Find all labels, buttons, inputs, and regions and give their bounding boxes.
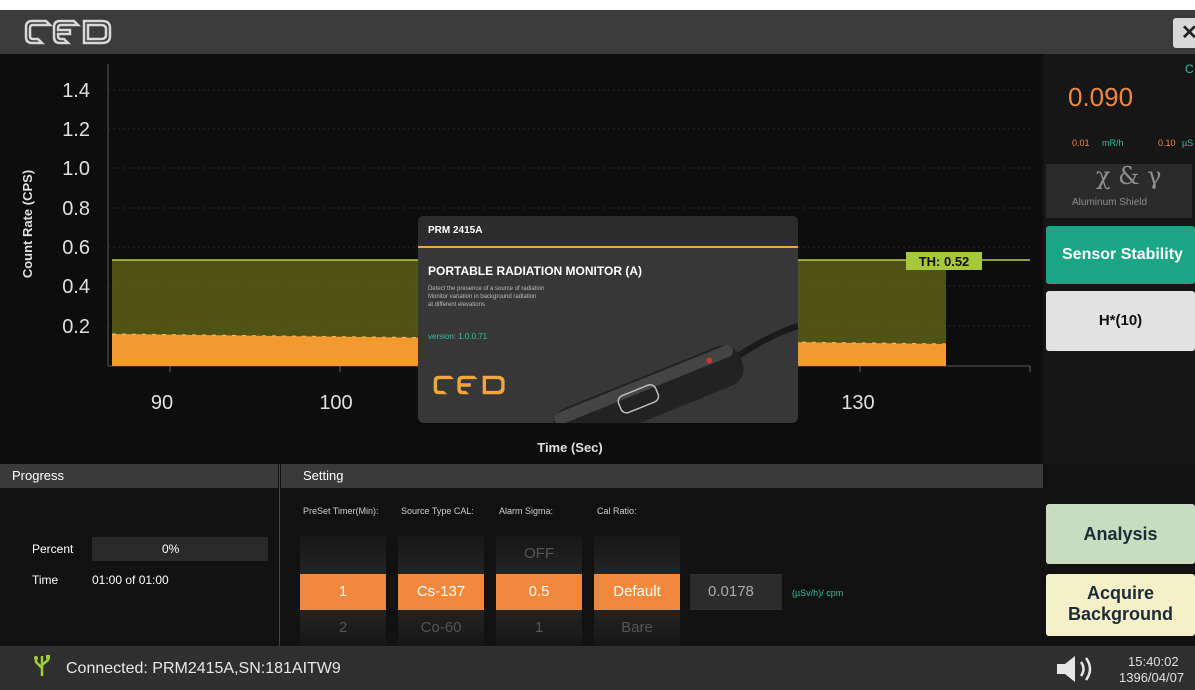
cfd-logo [24, 19, 112, 45]
percent-label: Percent [32, 542, 74, 556]
y-tick-label: 1.4 [62, 80, 90, 102]
percent-bar [92, 537, 268, 561]
threshold-label: TH: 0.52 [919, 254, 970, 269]
alarm-sigma-label: Alarm Sigma: [499, 506, 554, 516]
time-value: 01:00 of 01:00 [92, 573, 169, 587]
sigma-selected[interactable]: 0.5 [496, 574, 582, 610]
splash-title: PORTABLE RADIATION MONITOR (A) [428, 264, 642, 278]
unit-label-2: µS [1182, 138, 1194, 148]
close-button[interactable]: ✕ [1173, 18, 1195, 48]
percent-value: 0% [162, 542, 180, 556]
splash-logo [433, 375, 505, 395]
y-tick-label: 0.4 [62, 276, 90, 298]
splash-divider [418, 246, 798, 248]
dose-rate-value: 0.090 [1068, 82, 1134, 112]
device-image [553, 323, 798, 423]
splash-model: PRM 2415A [428, 225, 483, 236]
acquire-label: Acquire [1086, 583, 1155, 603]
cal-ratio-label: Cal Ratio: [597, 506, 637, 516]
y-tick-label: 0.8 [62, 198, 90, 220]
y-tick-label: 1.0 [62, 158, 90, 180]
x-tick-label: 100 [319, 392, 352, 414]
background-label: Background [1067, 604, 1173, 624]
sensor-stability-button[interactable]: Sensor Stability [1046, 226, 1195, 284]
acquire-background-button[interactable]: Acquire Background [1046, 574, 1195, 636]
timer-option-next[interactable]: 2 [300, 612, 386, 636]
splash-desc: Detect the presence of a source of radia… [428, 286, 545, 292]
splash-dialog: PRM 2415A PORTABLE RADIATION MONITOR (A)… [418, 216, 798, 423]
splash-desc: Monitor variation in background radiatio… [428, 294, 537, 300]
title-bar [0, 10, 1195, 54]
preset-timer-label: PreSet Timer(Min): [303, 506, 379, 516]
source-selected[interactable]: Cs-137 [398, 574, 484, 610]
speaker-icon[interactable] [1055, 654, 1097, 684]
analysis-button[interactable]: Analysis [1046, 504, 1195, 564]
splash-version: version: 1.0.0.71 [428, 332, 488, 341]
x-axis-label: Time (Sec) [537, 440, 603, 455]
y-tick-label: 0.2 [62, 316, 90, 338]
setting-header: Setting [281, 464, 1043, 488]
progress-header: Progress [0, 464, 278, 488]
ratio-selected[interactable]: Default [594, 574, 680, 610]
timer-selected[interactable]: 1 [300, 574, 386, 610]
unit-label-1: mR/h [1102, 138, 1124, 148]
x-tick-label: 90 [151, 392, 173, 414]
app-window: ✕ 1.4 1.2 1.0 0.8 0.6 0.4 0.2 Count Rate… [0, 10, 1195, 690]
h10-button[interactable]: H*(10) [1046, 291, 1195, 351]
source-type-label: Source Type CAL: [401, 506, 474, 516]
y-tick-label: 1.2 [62, 119, 90, 141]
clock-date: 1396/04/07 [1119, 670, 1185, 685]
x-tick-label: 130 [841, 392, 874, 414]
radiation-type-subtitle: Aluminum Shield [1072, 197, 1148, 208]
ratio-option-next[interactable]: Bare [594, 612, 680, 636]
clock-time: 15:40:02 [1128, 654, 1179, 669]
cal-ratio-value: 0.0178 [708, 583, 754, 600]
radiation-type-title: χ & γ [1096, 162, 1162, 190]
dose-unit-label: C [1185, 62, 1194, 76]
y-axis-label: Count Rate (CPS) [20, 170, 35, 278]
unit-value-1: 0.01 [1072, 138, 1090, 148]
sigma-option-off[interactable]: OFF [496, 536, 582, 572]
usb-icon [34, 655, 50, 676]
y-tick-label: 0.6 [62, 237, 90, 259]
splash-desc: at different elevations [428, 302, 485, 308]
sigma-option-next[interactable]: 1 [496, 612, 582, 636]
cal-ratio-unit: (µSv/h)/ cpm [792, 588, 844, 598]
unit-value-2: 0.10 [1158, 138, 1176, 148]
source-option-next[interactable]: Co-60 [398, 612, 484, 636]
connection-status: Connected: PRM2415A,SN:181AITW9 [66, 660, 341, 677]
panel-divider [279, 464, 280, 646]
time-label: Time [32, 573, 59, 587]
